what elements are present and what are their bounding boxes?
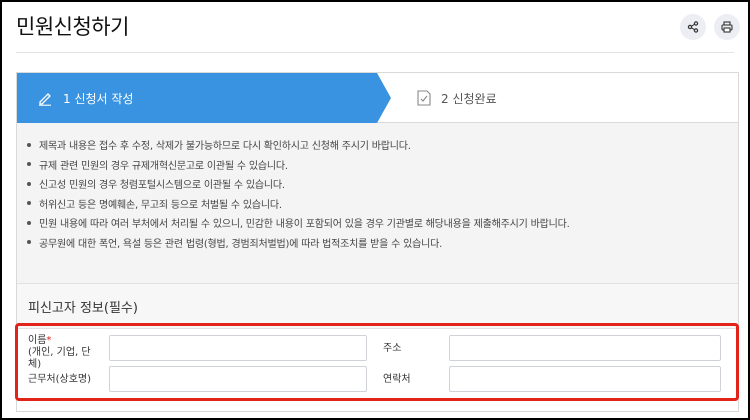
pencil-icon <box>37 90 53 106</box>
notice-item: 규제 관련 민원의 경우 규제개혁신문고로 이관될 수 있습니다. <box>27 155 738 175</box>
step-1-label: 1 신청서 작성 <box>63 91 134 106</box>
document-check-icon <box>417 90 431 106</box>
bullet-icon <box>27 201 31 206</box>
notice-list: 제목과 내용은 접수 후 수정, 삭제가 불가능하므로 다시 확인하시고 신청해… <box>17 123 738 283</box>
share-icon <box>687 21 699 33</box>
bullet-icon <box>27 220 31 225</box>
print-button[interactable] <box>714 14 740 40</box>
share-button[interactable] <box>680 14 706 40</box>
notice-item: 민원 내용에 따라 여러 부처에서 처리될 수 있으니, 민감한 내용이 포함되… <box>27 213 738 233</box>
notice-item: 신고성 민원의 경우 청렴포털시스템으로 이관될 수 있습니다. <box>27 174 738 194</box>
notice-item: 허위신고 등은 명예훼손, 무고죄 등으로 처벌될 수 있습니다. <box>27 194 738 214</box>
form-highlight-box <box>15 323 739 401</box>
window-frame: 민원신청하기 1 신청서 작성 2 신청완료 제목과 내용은 접수 후 수정, … <box>0 0 750 420</box>
step-1-active: 1 신청서 작성 <box>17 73 377 123</box>
step-1-arrow <box>377 73 391 123</box>
bullet-icon <box>27 240 31 245</box>
step-2-label: 2 신청완료 <box>441 91 497 106</box>
header-actions <box>680 14 740 40</box>
bullet-icon <box>27 142 31 147</box>
bullet-icon <box>27 162 31 167</box>
step-2: 2 신청완료 <box>417 73 497 123</box>
notice-item: 제목과 내용은 접수 후 수정, 삭제가 불가능하므로 다시 확인하시고 신청해… <box>27 135 738 155</box>
step-indicator: 1 신청서 작성 2 신청완료 <box>17 73 738 123</box>
page-title: 민원신청하기 <box>16 15 129 39</box>
title-divider <box>16 52 734 53</box>
bullet-icon <box>27 181 31 186</box>
print-icon <box>721 21 733 33</box>
notice-item: 공무원에 대한 폭언, 욕설 등은 관련 법령(형법, 경범죄처벌법)에 따라 … <box>27 233 738 253</box>
